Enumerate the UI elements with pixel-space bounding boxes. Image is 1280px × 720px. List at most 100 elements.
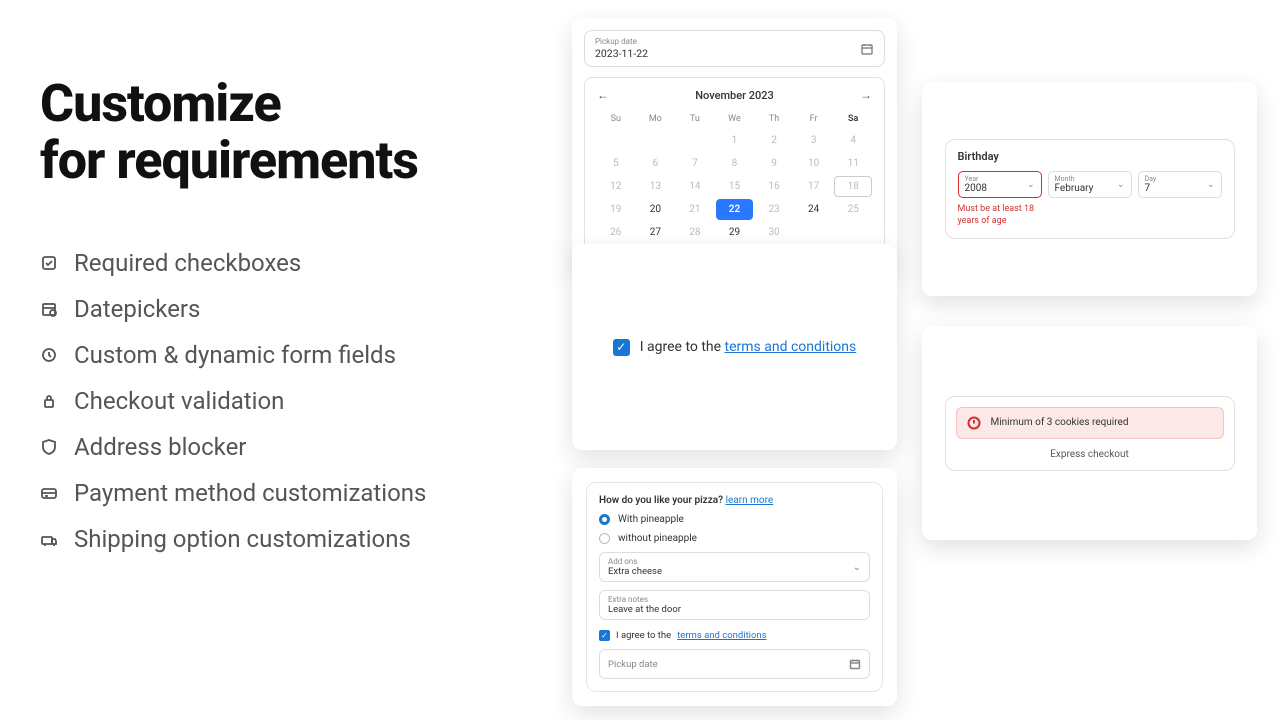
- calendar-day: 17: [795, 176, 833, 197]
- calendar-day: 8: [716, 153, 754, 174]
- calendar-day: 25: [834, 199, 872, 220]
- birthday-error: Must be at least 18 years of age: [958, 204, 1058, 227]
- validation-card: Minimum of 3 cookies required Express ch…: [922, 326, 1257, 540]
- calendar-day: 13: [637, 176, 675, 197]
- calendar-day: 9: [755, 153, 793, 174]
- calendar-day[interactable]: 20: [637, 199, 675, 220]
- next-month-button[interactable]: →: [860, 88, 872, 102]
- pizza-form-card: How do you like your pizza? learn more W…: [572, 468, 897, 706]
- pizza-pickup-input[interactable]: Pickup date: [599, 649, 870, 679]
- feature-icon: [40, 530, 58, 548]
- day-select[interactable]: Day7⌄: [1138, 171, 1222, 198]
- feature-icon: [40, 254, 58, 272]
- pizza-question: How do you like your pizza? learn more: [599, 495, 870, 506]
- feature-label: Payment method customizations: [74, 479, 426, 507]
- calendar-day: [795, 222, 833, 243]
- birthday-card: Birthday Year2008⌄ MonthFebruary⌄ Day7⌄ …: [922, 82, 1257, 296]
- calendar-day: 11: [834, 153, 872, 174]
- dow-label: Th: [755, 110, 793, 128]
- calendar-day: 5: [597, 153, 635, 174]
- calendar-day: [597, 130, 635, 151]
- addons-select[interactable]: Add onsExtra cheese ⌄: [599, 552, 870, 582]
- calendar-day: 19: [597, 199, 635, 220]
- feature-icon: [40, 438, 58, 456]
- calendar-day: 14: [676, 176, 714, 197]
- calendar-popup: ← November 2023 → SuMoTuWeThFrSa12345678…: [584, 77, 885, 256]
- feature-item: Datepickers: [40, 295, 540, 323]
- month-select[interactable]: MonthFebruary⌄: [1048, 171, 1132, 198]
- birthday-title: Birthday: [958, 150, 1222, 163]
- calendar-day: 12: [597, 176, 635, 197]
- dow-label: Fr: [795, 110, 833, 128]
- dow-label: Su: [597, 110, 635, 128]
- alert-icon: [967, 416, 981, 430]
- terms-checkbox[interactable]: ✓: [613, 339, 630, 356]
- calendar-day: 15: [716, 176, 754, 197]
- feature-item: Checkout validation: [40, 387, 540, 415]
- calendar-day: 30: [755, 222, 793, 243]
- error-banner: Minimum of 3 cookies required: [956, 407, 1224, 439]
- feature-label: Datepickers: [74, 295, 200, 323]
- calendar-day: 28: [676, 222, 714, 243]
- feature-label: Required checkboxes: [74, 249, 301, 277]
- feature-label: Custom & dynamic form fields: [74, 341, 396, 369]
- feature-icon: [40, 484, 58, 502]
- feature-label: Address blocker: [74, 433, 246, 461]
- chevron-down-icon: ⌄: [1027, 180, 1035, 190]
- chevron-down-icon: ⌄: [1207, 180, 1215, 190]
- calendar-day[interactable]: 18: [834, 176, 872, 197]
- radio-with-pineapple[interactable]: With pineapple: [599, 514, 870, 525]
- calendar-day[interactable]: 24: [795, 199, 833, 220]
- calendar-day: 10: [795, 153, 833, 174]
- pickup-label: Pickup date: [595, 37, 648, 46]
- learn-more-link[interactable]: learn more: [726, 495, 774, 506]
- feature-label: Shipping option customizations: [74, 525, 411, 553]
- calendar-day: [637, 130, 675, 151]
- radio-without-pineapple[interactable]: without pineapple: [599, 533, 870, 544]
- pizza-terms-row: ✓ I agree to the terms and conditions: [599, 630, 870, 641]
- dow-label: Mo: [637, 110, 675, 128]
- terms-card: ✓ I agree to the terms and conditions: [572, 244, 897, 450]
- calendar-icon: [860, 42, 874, 56]
- calendar-day: 1: [716, 130, 754, 151]
- month-label: November 2023: [695, 89, 774, 102]
- headline-line-2: for requirements: [40, 132, 540, 189]
- calendar-day: 16: [755, 176, 793, 197]
- dow-label: We: [716, 110, 754, 128]
- calendar-day: 6: [637, 153, 675, 174]
- feature-item: Custom & dynamic form fields: [40, 341, 540, 369]
- calendar-day: 4: [834, 130, 872, 151]
- dow-label: Tu: [676, 110, 714, 128]
- year-select[interactable]: Year2008⌄: [958, 171, 1042, 198]
- calendar-icon: [849, 658, 861, 670]
- calendar-day: 7: [676, 153, 714, 174]
- calendar-day: 2: [755, 130, 793, 151]
- headline-line-1: Customize: [40, 75, 540, 132]
- calendar-day: 26: [597, 222, 635, 243]
- chevron-down-icon: ⌄: [1117, 180, 1125, 190]
- terms-link[interactable]: terms and conditions: [725, 339, 857, 355]
- feature-item: Shipping option customizations: [40, 525, 540, 553]
- calendar-day[interactable]: 29: [716, 222, 754, 243]
- calendar-day[interactable]: 27: [637, 222, 675, 243]
- chevron-down-icon: ⌄: [853, 562, 861, 573]
- calendar-card: Pickup date 2023-11-22 ← November 2023 →…: [572, 18, 897, 268]
- headline: Customize for requirements: [40, 75, 540, 189]
- error-message: Minimum of 3 cookies required: [991, 417, 1129, 428]
- calendar-day: 23: [755, 199, 793, 220]
- calendar-day: 3: [795, 130, 833, 151]
- dow-label: Sa: [834, 110, 872, 128]
- prev-month-button[interactable]: ←: [597, 88, 609, 102]
- feature-item: Payment method customizations: [40, 479, 540, 507]
- feature-item: Address blocker: [40, 433, 540, 461]
- calendar-day: [834, 222, 872, 243]
- express-checkout-label: Express checkout: [956, 449, 1224, 460]
- calendar-day[interactable]: 22: [716, 199, 754, 220]
- pizza-terms-link[interactable]: terms and conditions: [677, 630, 766, 641]
- pizza-terms-checkbox[interactable]: ✓: [599, 630, 610, 641]
- calendar-day: [676, 130, 714, 151]
- calendar-grid: SuMoTuWeThFrSa12345678910111213141516171…: [597, 110, 872, 243]
- pickup-date-input[interactable]: Pickup date 2023-11-22: [584, 30, 885, 67]
- notes-input[interactable]: Extra notesLeave at the door: [599, 590, 870, 620]
- feature-list: Required checkboxes Datepickers Custom & d…: [40, 249, 540, 553]
